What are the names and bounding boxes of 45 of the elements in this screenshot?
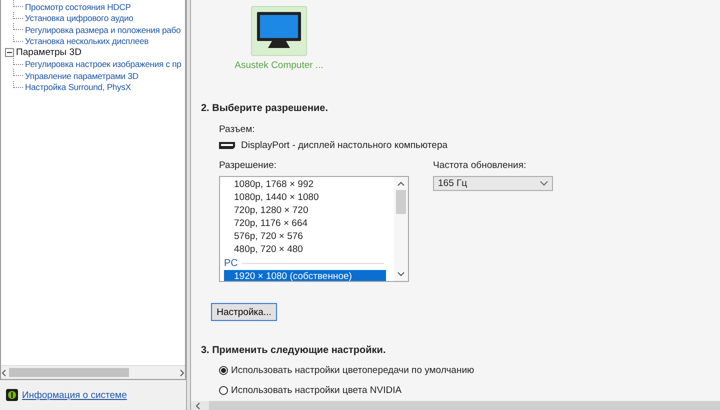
tree-item[interactable]: Настройка Surround, PhysX — [25, 82, 131, 92]
resolution-item[interactable]: 720p, 1280 × 720 — [220, 204, 394, 217]
arrow-left-icon[interactable] — [1, 368, 7, 376]
tree-item[interactable]: Регулировка размера и положения рабо — [25, 24, 181, 35]
radio-button[interactable] — [219, 366, 228, 375]
scroll-thumb[interactable] — [9, 368, 129, 377]
resolution-item[interactable]: 720p, 1176 × 664 — [220, 217, 394, 230]
tree-item[interactable]: Установка цифрового аудио — [25, 13, 134, 24]
scroll-thumb[interactable] — [396, 190, 406, 214]
radio-button[interactable] — [219, 386, 228, 395]
section-title: 2. Выберите разрешение. — [201, 103, 329, 114]
resolution-list[interactable]: 1080p, 1768 × 992 1080p, 1440 × 1080 720p, 1280 × 720 720p, 1176 × 664 576p, 720 × 576 480p, 720 × 480 PC 1920 × 1080 (собственное) — [219, 176, 409, 282]
section-title: 3. Применить следующие настройки. — [201, 345, 387, 356]
resolution-item[interactable]: 1920 × 1080 (собственное) — [224, 270, 386, 281]
radio-label: Использовать настройки цветопередачи по умолчанию — [231, 365, 474, 376]
refresh-rate-dropdown[interactable]: 165 Гц — [433, 176, 553, 191]
tree-item[interactable]: Управление параметрами 3D — [25, 70, 138, 81]
monitor-icon[interactable] — [251, 6, 307, 56]
system-info-icon — [6, 389, 18, 401]
arrow-up-icon[interactable] — [397, 181, 405, 187]
vertical-scrollbar[interactable] — [394, 177, 408, 281]
connector-label: Разъем: — [219, 124, 256, 135]
arrow-right-icon[interactable] — [179, 368, 185, 376]
resolution-item[interactable]: 1080p, 1440 × 1080 — [220, 191, 394, 204]
resolution-item[interactable]: 480p, 720 × 480 — [220, 243, 394, 256]
group-header: PC — [224, 258, 238, 268]
resolution-item[interactable]: 576p, 720 × 576 — [220, 230, 394, 243]
resolution-item[interactable]: 1080p, 1768 × 992 — [220, 178, 394, 191]
chevron-down-icon — [540, 181, 548, 186]
horizontal-scrollbar[interactable] — [1, 365, 185, 379]
tree-item[interactable]: Просмотр состояния HDCP — [25, 2, 131, 12]
refresh-rate-label: Частота обновления: — [433, 160, 528, 171]
arrow-down-icon[interactable] — [397, 271, 405, 277]
arrow-left-icon[interactable] — [195, 402, 201, 410]
customize-button[interactable]: Настройка... — [211, 303, 277, 321]
system-info-link[interactable]: Информация о системе — [22, 390, 127, 400]
display-name: Asustek Computer ... — [234, 60, 324, 71]
connector-icon — [219, 142, 235, 149]
resolution-label: Разрешение: — [219, 160, 278, 171]
tree-item[interactable]: Регулировка настроек изображения с пр — [25, 59, 182, 70]
connector-value: DisplayPort - дисплей настольного компьютера — [241, 140, 448, 151]
collapse-toggle[interactable] — [5, 48, 14, 58]
radio-label: Использовать настройки цвета NVIDIA — [231, 385, 402, 396]
tree-item[interactable]: Установка нескольких дисплеев — [25, 36, 149, 46]
tree-item[interactable]: Параметры 3D — [16, 47, 82, 58]
